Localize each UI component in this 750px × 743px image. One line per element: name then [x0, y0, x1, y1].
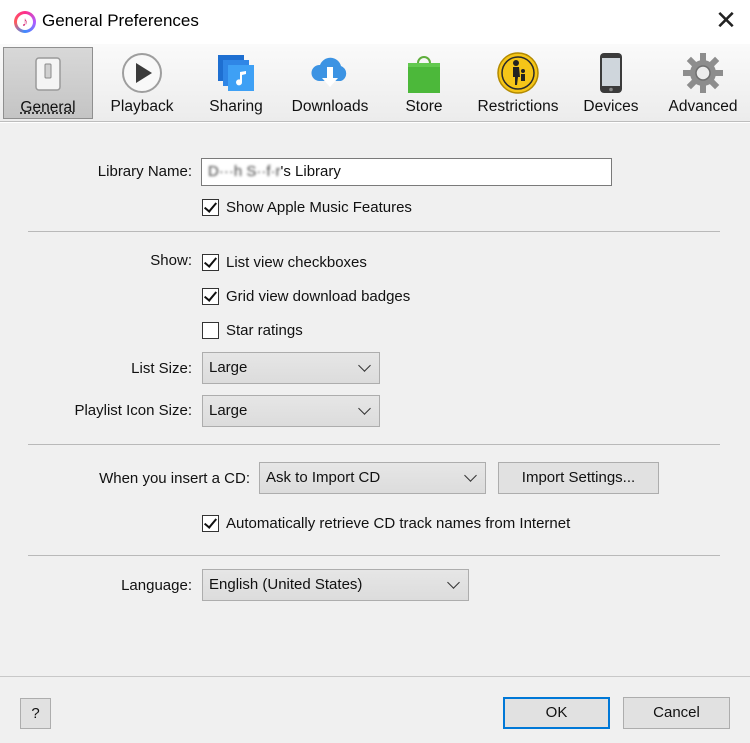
- title-bar: ♪ General Preferences ✕: [0, 0, 750, 44]
- ok-button[interactable]: OK: [503, 697, 610, 729]
- tab-general[interactable]: General: [3, 47, 93, 119]
- list-view-checkboxes-label: List view checkboxes: [226, 253, 367, 271]
- sharing-icon: [218, 55, 254, 91]
- preferences-toolbar: General Playback Sharing Downloads Store…: [0, 44, 750, 122]
- grid-view-badges-checkbox[interactable]: [202, 287, 219, 305]
- tab-downloads-label: Downloads: [291, 98, 369, 115]
- insert-cd-value: Ask to Import CD: [266, 469, 381, 486]
- language-value: English (United States): [209, 576, 363, 593]
- library-name-field[interactable]: D···h S··f·r's Library: [201, 158, 612, 186]
- star-ratings-checkbox[interactable]: [202, 321, 219, 339]
- phone-icon: [600, 53, 622, 93]
- window-title: General Preferences: [42, 11, 199, 30]
- apple-music-label: Show Apple Music Features: [226, 198, 412, 216]
- tab-advanced-label: Advanced: [668, 98, 738, 115]
- cloud-download-icon: [311, 57, 347, 87]
- itunes-app-icon: ♪: [14, 11, 36, 33]
- star-ratings-row[interactable]: Star ratings: [202, 320, 303, 340]
- tab-playback-label: Playback: [110, 98, 174, 115]
- divider-1: [28, 231, 720, 232]
- auto-retrieve-checkbox[interactable]: [202, 514, 219, 532]
- divider-3: [28, 555, 720, 556]
- play-icon: [122, 53, 162, 93]
- footer-divider: [0, 676, 750, 677]
- list-size-label: List Size:: [131, 360, 192, 377]
- insert-cd-select[interactable]: Ask to Import CD: [259, 462, 486, 494]
- language-label: Language:: [121, 577, 192, 594]
- show-label: Show:: [150, 252, 192, 269]
- preferences-panel: Library Name: D···h S··f·r's Library Sho…: [0, 123, 750, 743]
- tab-downloads[interactable]: Downloads: [284, 47, 376, 119]
- close-button[interactable]: ✕: [708, 4, 744, 40]
- tab-devices[interactable]: Devices: [566, 47, 656, 119]
- library-name-label: Library Name:: [97, 163, 192, 180]
- chevron-down-icon: [358, 359, 371, 372]
- playlist-icon-size-value: Large: [209, 402, 248, 419]
- shopping-bag-icon: [408, 56, 440, 93]
- list-view-checkboxes-checkbox[interactable]: [202, 253, 219, 271]
- import-settings-button[interactable]: Import Settings...: [498, 462, 659, 494]
- tab-restrictions[interactable]: Restrictions: [472, 47, 564, 119]
- auto-retrieve-row[interactable]: Automatically retrieve CD track names fr…: [202, 513, 570, 533]
- tab-advanced[interactable]: Advanced: [658, 47, 748, 119]
- chevron-down-icon: [464, 469, 477, 482]
- star-ratings-label: Star ratings: [226, 321, 303, 339]
- tab-playback[interactable]: Playback: [96, 47, 188, 119]
- grid-view-badges-row[interactable]: Grid view download badges: [202, 286, 410, 306]
- tab-store[interactable]: Store: [378, 47, 470, 119]
- list-size-select[interactable]: Large: [202, 352, 380, 384]
- insert-cd-label: When you insert a CD:: [99, 470, 250, 487]
- gear-icon: [683, 53, 723, 93]
- tab-sharing-label: Sharing: [209, 98, 263, 115]
- library-name-obscured: D···h S··f·r: [208, 163, 281, 180]
- auto-retrieve-label: Automatically retrieve CD track names fr…: [226, 514, 571, 532]
- chevron-down-icon: [358, 402, 371, 415]
- library-name-suffix: 's Library: [280, 163, 341, 180]
- tab-store-label: Store: [405, 98, 443, 115]
- apple-music-checkbox[interactable]: [202, 198, 219, 216]
- playlist-icon-size-select[interactable]: Large: [202, 395, 380, 427]
- parental-restrictions-icon: [497, 52, 539, 94]
- list-view-checkboxes-row[interactable]: List view checkboxes: [202, 252, 367, 272]
- playlist-icon-size-label: Playlist Icon Size:: [74, 402, 192, 419]
- help-button[interactable]: ?: [20, 698, 51, 729]
- general-switch-icon: [35, 57, 61, 91]
- chevron-down-icon: [447, 576, 460, 589]
- tab-restrictions-label: Restrictions: [477, 98, 559, 115]
- tab-devices-label: Devices: [583, 98, 639, 115]
- apple-music-checkbox-row[interactable]: Show Apple Music Features: [202, 197, 412, 217]
- divider-2: [28, 444, 720, 445]
- list-size-value: Large: [209, 359, 248, 376]
- language-select[interactable]: English (United States): [202, 569, 469, 601]
- tab-general-label: General: [20, 99, 76, 116]
- cancel-button[interactable]: Cancel: [623, 697, 730, 729]
- tab-sharing[interactable]: Sharing: [190, 47, 282, 119]
- grid-view-badges-label: Grid view download badges: [226, 287, 411, 305]
